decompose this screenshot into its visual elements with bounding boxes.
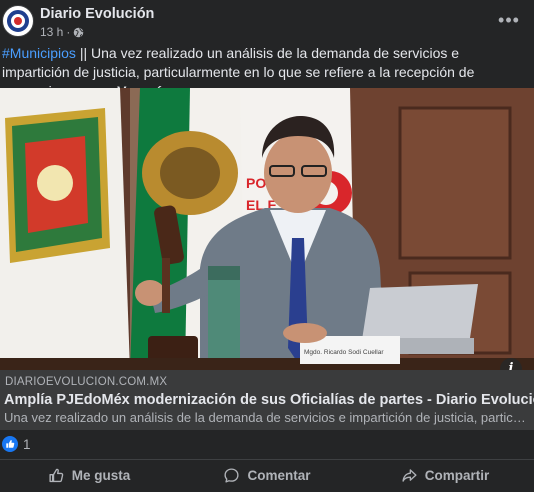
- avatar-logo-dot: [14, 17, 22, 25]
- post-timestamp[interactable]: 13 h: [40, 25, 63, 39]
- page-name[interactable]: Diario Evolución: [40, 6, 154, 22]
- link-title[interactable]: Amplía PJEdoMéx modernización de sus Ofi…: [4, 392, 534, 408]
- link-domain: DIARIOEVOLUCION.COM.MX: [5, 376, 168, 388]
- facebook-post: Diario Evolución 13 h · ••• #Municipios …: [0, 0, 534, 492]
- more-options-icon: •••: [498, 10, 520, 30]
- thumbs-up-icon: [49, 468, 64, 482]
- post-photo[interactable]: POD EL E Mgdo. Ricardo Sodi Cuellar i: [0, 88, 534, 370]
- more-options-button[interactable]: •••: [498, 10, 520, 30]
- reaction-count[interactable]: 1: [23, 437, 31, 452]
- page-avatar[interactable]: [2, 5, 34, 37]
- share-button-label: Compartir: [424, 467, 490, 483]
- meta-separator: ·: [66, 25, 71, 39]
- link-description: Una vez realizado un análisis de la dema…: [4, 410, 529, 425]
- name-placard-text: Mgdo. Ricardo Sodi Cuellar: [304, 349, 384, 356]
- hashtag-link[interactable]: #Municipios: [2, 45, 76, 61]
- globe-icon: [74, 27, 84, 37]
- like-button-label: Me gusta: [71, 467, 131, 483]
- post-actions-bar: Me gusta Comentar Compartir: [0, 460, 534, 490]
- post-meta: 13 h ·: [40, 25, 84, 39]
- post-header: Diario Evolución 13 h · •••: [0, 0, 534, 42]
- comment-button[interactable]: Comentar: [178, 460, 356, 490]
- comment-button-label: Comentar: [247, 467, 311, 483]
- share-icon: [402, 468, 417, 482]
- link-preview[interactable]: DIARIOEVOLUCION.COM.MX Amplía PJEdoMéx m…: [0, 370, 534, 430]
- reaction-summary[interactable]: 1: [0, 434, 31, 454]
- share-button[interactable]: Compartir: [356, 460, 534, 490]
- comment-icon: [224, 467, 240, 483]
- photo-illustration: POD EL E Mgdo. Ricardo Sodi Cuellar: [0, 88, 534, 370]
- like-button[interactable]: Me gusta: [0, 460, 178, 490]
- like-reaction-icon: [2, 436, 18, 452]
